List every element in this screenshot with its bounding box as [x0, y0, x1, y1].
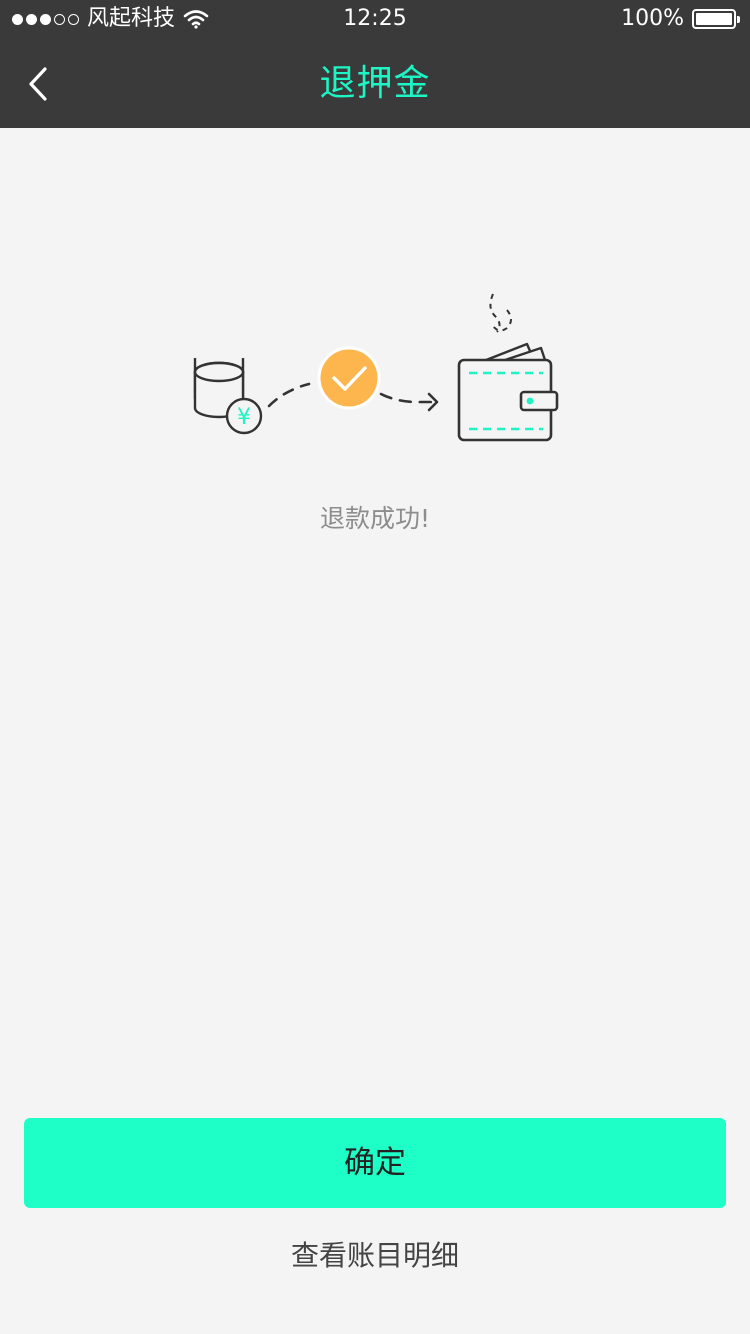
yuan-symbol: ¥	[237, 405, 251, 430]
status-bar: 风起科技 12:25 100%	[0, 0, 750, 40]
confirm-button[interactable]: 确定	[24, 1118, 726, 1208]
checkmark-circle-icon	[317, 346, 381, 410]
refund-success-message: 退款成功!	[319, 504, 431, 533]
battery-tip	[737, 15, 740, 23]
page-title: 退押金	[319, 63, 431, 104]
battery-percent: 100%	[621, 6, 684, 31]
wallet-icon	[457, 293, 559, 442]
dashed-path-left	[267, 382, 311, 408]
battery-fill	[696, 12, 732, 25]
nav-bar: 退押金	[0, 40, 750, 128]
status-right: 100%	[621, 6, 740, 31]
dashed-path-right	[379, 392, 437, 404]
view-account-details-link[interactable]: 查看账目明细	[0, 1236, 750, 1276]
battery-icon	[692, 8, 740, 29]
yuan-coin-icon: ¥	[225, 397, 263, 435]
refund-illustration: ¥	[193, 293, 559, 442]
